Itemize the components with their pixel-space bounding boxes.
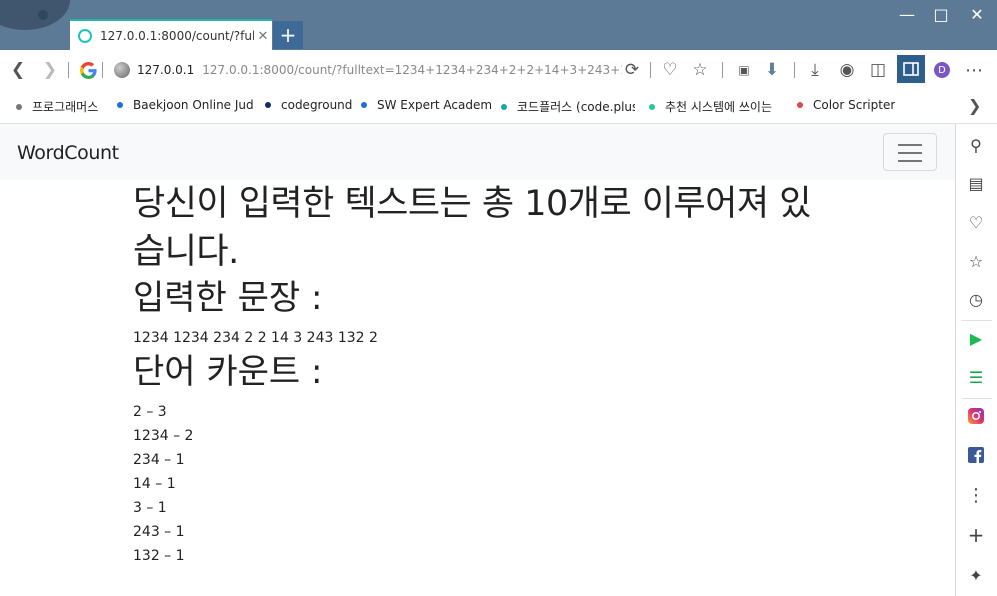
navbar-toggler-button[interactable]: [883, 133, 937, 171]
instagram-icon[interactable]: [965, 405, 987, 427]
result-headline: 당신이 입력한 텍스트는 총 10개로 이루어져 있습니다.: [133, 184, 811, 272]
url-full: 127.0.0.1:8000/count/?fulltext=1234+1234…: [202, 63, 623, 77]
tab-close-icon[interactable]: ✕: [254, 29, 272, 44]
site-icon: [114, 62, 130, 78]
google-icon[interactable]: [76, 58, 100, 82]
pocket-icon[interactable]: ♡: [965, 211, 987, 233]
reload-icon[interactable]: ⟳: [620, 58, 644, 82]
sidebar-icon: [903, 62, 919, 76]
bookmark-item[interactable]: Color Scripter: [797, 98, 895, 112]
more-vertical-icon[interactable]: ⋮: [965, 484, 987, 506]
bookmark-item[interactable]: codeground: [265, 98, 352, 112]
word-count-list: 2 – 3 1234 – 2 234 – 1 14 – 1 3 – 1 243 …: [133, 400, 823, 568]
facebook-icon[interactable]: [965, 444, 987, 466]
star-icon[interactable]: ☆: [965, 250, 987, 272]
new-tab-button[interactable]: +: [273, 21, 303, 49]
bookmark-favicon: [117, 102, 123, 108]
bookmark-favicon: [16, 103, 22, 110]
bookmark-label: 프로그래머스: [32, 100, 99, 114]
bookmarks-bar: 프로그래머스 Baekjoon Online Judg codeground S…: [0, 90, 997, 124]
list-item: 132 – 1: [133, 548, 185, 564]
bookmark-favicon: [797, 102, 803, 108]
hamburger-icon: [898, 144, 922, 146]
list-item: 234 – 1: [133, 452, 185, 468]
active-tab[interactable]: 127.0.0.1:8000/count/?fullte ✕: [70, 19, 272, 51]
profile-avatar[interactable]: D: [934, 62, 950, 78]
bookmark-item[interactable]: Baekjoon Online Judg: [117, 98, 253, 112]
pocket-icon[interactable]: ♡: [658, 58, 682, 82]
minimize-button[interactable]: —: [890, 2, 924, 26]
list-item: 2 – 3: [133, 404, 167, 420]
navbar: WordCount: [0, 124, 955, 180]
bookmark-label: 추천 시스템에 쓰이는: [665, 100, 772, 114]
forward-icon[interactable]: ❯: [38, 58, 62, 82]
bookmark-label: codeground: [281, 98, 353, 112]
wallet-icon[interactable]: ▤: [965, 172, 987, 194]
bookmark-favicon: [265, 102, 271, 108]
list-item: 243 – 1: [133, 524, 185, 540]
more-menu-icon[interactable]: ⋯: [962, 58, 986, 82]
reader-icon[interactable]: ◫: [866, 58, 890, 82]
tab-title: 127.0.0.1:8000/count/?fullte: [100, 29, 254, 43]
list-icon[interactable]: ☰: [965, 366, 987, 388]
camera-icon[interactable]: ◉: [835, 58, 859, 82]
bookmark-item[interactable]: 코드플러스 (code.plus: [501, 98, 635, 115]
side-panel: ⚲ ▤ ♡ ☆ ◷ ▶ ☰ ⋮ + ✦: [955, 124, 997, 596]
title-bar: — □ ✕ 127.0.0.1:8000/count/?fullte ✕ +: [0, 0, 997, 51]
downloads-icon[interactable]: ⤓: [803, 58, 827, 82]
bookmark-star-icon[interactable]: ☆: [688, 58, 712, 82]
list-item: 3 – 1: [133, 500, 167, 516]
bookmark-label: SW Expert Academy: [377, 98, 491, 112]
add-icon[interactable]: +: [965, 523, 987, 547]
main-content: 당신이 입력한 텍스트는 총 10개로 이루어져 있습니다. 입력한 문장 : …: [133, 180, 823, 568]
input-text: 1234 1234 234 2 2 14 3 243 132 2: [133, 330, 378, 346]
bookmark-item[interactable]: SW Expert Academy: [361, 98, 491, 112]
back-icon[interactable]: ❮: [6, 58, 30, 82]
pin-icon[interactable]: ✦: [965, 564, 987, 586]
count-heading: 단어 카운트 :: [133, 352, 323, 392]
theme-artwork: [0, 0, 75, 50]
bookmark-favicon: [361, 102, 367, 108]
url-host: 127.0.0.1: [137, 63, 195, 77]
download-arrow-icon[interactable]: ⬇: [760, 58, 784, 82]
input-heading: 입력한 문장 :: [133, 278, 323, 318]
list-item: 1234 – 2: [133, 428, 194, 444]
history-icon[interactable]: ◷: [965, 288, 987, 310]
chevron-right-icon[interactable]: ❯: [968, 96, 981, 115]
bookmark-favicon: [649, 103, 655, 110]
maximize-button[interactable]: □: [924, 2, 958, 26]
bookmark-label: Color Scripter: [813, 98, 896, 112]
toolbar: ❮ ❯ 127.0.0.1 127.0.0.1:8000/count/?full…: [0, 50, 997, 91]
bookmark-label: 코드플러스 (code.plus: [517, 100, 635, 114]
close-window-button[interactable]: ✕: [960, 2, 994, 26]
list-item: 14 – 1: [133, 476, 176, 492]
bookmark-label: Baekjoon Online Judg: [133, 98, 253, 112]
bookmark-item[interactable]: 추천 시스템에 쓰이는: [649, 98, 781, 115]
sidebar-toggle-button[interactable]: [897, 55, 925, 83]
bookmark-item[interactable]: 프로그래머스: [16, 98, 98, 115]
screen-capture-icon[interactable]: ▣: [732, 58, 756, 82]
brand-link[interactable]: WordCount: [17, 142, 119, 164]
play-icon[interactable]: ▶: [965, 327, 987, 349]
bookmark-favicon: [501, 103, 507, 110]
search-icon[interactable]: ⚲: [965, 134, 987, 156]
web-page: WordCount 당신이 입력한 텍스트는 총 10개로 이루어져 있습니다.…: [0, 124, 955, 596]
loading-icon: [78, 29, 92, 43]
